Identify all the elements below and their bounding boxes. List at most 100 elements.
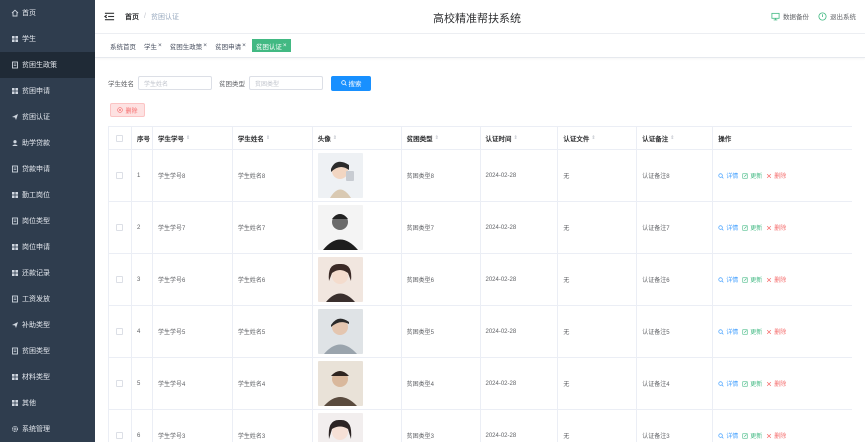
avatar[interactable] bbox=[317, 205, 363, 250]
data-table: 序号 学生学号 ⇕ 学生姓名 ⇕ 头像 ⇕ 贫困类型 ⇕ 认证时间 ⇕ 认证文件 ⇕ 认证备… bbox=[108, 126, 852, 442]
row-checkbox[interactable] bbox=[116, 380, 124, 387]
sidebar-item[interactable]: 材料类型 bbox=[0, 364, 95, 390]
index-cell: 4 bbox=[132, 306, 153, 357]
detail-label: 详情 bbox=[726, 226, 739, 232]
logout-button[interactable]: 退出系统 bbox=[818, 11, 856, 21]
sidebar-item[interactable]: 首页 bbox=[0, 0, 95, 26]
edit-button[interactable]: 更新 bbox=[742, 171, 762, 180]
sidebar-item[interactable]: 还款记录 bbox=[0, 260, 95, 286]
search-icon bbox=[718, 380, 724, 387]
cert-note-cell: 认证备注5 bbox=[637, 306, 714, 357]
batch-delete-button[interactable]: 删除 bbox=[110, 103, 145, 117]
data-backup-button[interactable]: 数据备份 bbox=[771, 11, 809, 21]
search-icon bbox=[718, 276, 724, 283]
tag-item[interactable]: 贫困申请 × bbox=[213, 39, 248, 52]
row-checkbox[interactable] bbox=[116, 432, 124, 439]
cert-time-cell: 2024-02-28 bbox=[481, 358, 559, 409]
close-icon[interactable]: × bbox=[203, 42, 207, 49]
tags-view: 系统首页 学生 × 贫困生政策 × 贫困申请 × 贫困认证 × bbox=[95, 34, 865, 58]
student-id-cell: 学生学号5 bbox=[153, 306, 233, 357]
edit-button[interactable]: 更新 bbox=[742, 275, 762, 284]
tag-item[interactable]: 贫困生政策 × bbox=[168, 39, 209, 52]
sidebar-item[interactable]: 学生 bbox=[0, 26, 95, 52]
edit-icon bbox=[742, 432, 748, 439]
edit-icon bbox=[742, 276, 748, 283]
header-cell[interactable]: 学生姓名 ⇕ bbox=[233, 127, 313, 149]
sidebar-item[interactable]: 勤工岗位 bbox=[0, 182, 95, 208]
student-name-input[interactable]: 学生姓名 bbox=[138, 76, 212, 90]
avatar[interactable] bbox=[317, 309, 363, 354]
sort-icon[interactable]: ⇕ bbox=[333, 135, 337, 141]
sidebar-item[interactable]: 贫困类型 bbox=[0, 338, 95, 364]
header-cell[interactable]: 认证备注 ⇕ bbox=[637, 127, 714, 149]
close-icon[interactable]: × bbox=[158, 42, 162, 49]
row-checkbox[interactable] bbox=[116, 224, 124, 231]
edit-button[interactable]: 更新 bbox=[742, 379, 762, 388]
edit-button[interactable]: 更新 bbox=[742, 327, 762, 336]
detail-button[interactable]: 详情 bbox=[718, 379, 738, 388]
header-cell[interactable]: 认证时间 ⇕ bbox=[481, 127, 559, 149]
index-cell: 5 bbox=[132, 358, 153, 409]
sidebar-item[interactable]: 贫困认证 bbox=[0, 104, 95, 130]
avatar[interactable] bbox=[317, 153, 363, 198]
edit-button[interactable]: 更新 bbox=[742, 431, 762, 440]
sidebar-item[interactable]: 系统管理 bbox=[0, 416, 95, 442]
avatar[interactable] bbox=[317, 413, 363, 442]
detail-button[interactable]: 详情 bbox=[718, 275, 738, 284]
edit-button[interactable]: 更新 bbox=[742, 223, 762, 232]
tag-item[interactable]: 学生 × bbox=[142, 39, 164, 52]
close-icon[interactable]: × bbox=[283, 42, 287, 49]
delete-button[interactable]: 删除 bbox=[766, 171, 786, 180]
avatar[interactable] bbox=[317, 257, 363, 302]
menu-collapse-icon[interactable] bbox=[104, 11, 116, 23]
sidebar-item[interactable]: 岗位申请 bbox=[0, 234, 95, 260]
tag-label: 贫困生政策 bbox=[169, 43, 203, 51]
header-cell[interactable]: 学生学号 ⇕ bbox=[153, 127, 233, 149]
breadcrumb-home[interactable]: 首页 bbox=[125, 12, 139, 22]
sidebar-item[interactable]: 贫困申请 bbox=[0, 78, 95, 104]
sort-icon[interactable]: ⇕ bbox=[266, 135, 270, 141]
tag-item[interactable]: 贫困认证 × bbox=[251, 39, 291, 52]
header-label: 头像 bbox=[317, 136, 331, 143]
header-cell[interactable]: 认证文件 ⇕ bbox=[558, 127, 638, 149]
sort-icon[interactable]: ⇕ bbox=[670, 135, 674, 141]
sidebar-item[interactable]: 助学贷款 bbox=[0, 130, 95, 156]
tag-item[interactable]: 系统首页 bbox=[108, 39, 138, 52]
sidebar-item[interactable]: 工资发放 bbox=[0, 286, 95, 312]
delete-button[interactable]: 删除 bbox=[766, 275, 786, 284]
row-select-cell bbox=[109, 306, 132, 357]
sidebar-item[interactable]: 岗位类型 bbox=[0, 208, 95, 234]
sidebar-item[interactable]: 补助类型 bbox=[0, 312, 95, 338]
header-cell[interactable]: 贫困类型 ⇕ bbox=[402, 127, 481, 149]
close-icon[interactable]: × bbox=[242, 42, 246, 49]
delete-button[interactable]: 删除 bbox=[766, 379, 786, 388]
sidebar-item[interactable]: 贫困生政策 bbox=[0, 52, 95, 78]
grid-icon bbox=[11, 243, 19, 251]
header-cell[interactable]: 头像 ⇕ bbox=[313, 127, 402, 149]
sidebar-item[interactable]: 其他 bbox=[0, 390, 95, 416]
row-checkbox[interactable] bbox=[116, 172, 124, 179]
sort-icon[interactable]: ⇕ bbox=[435, 135, 439, 141]
edit-label: 更新 bbox=[750, 174, 763, 180]
search-button[interactable]: 搜索 bbox=[331, 75, 371, 91]
select-all-checkbox[interactable] bbox=[116, 134, 124, 142]
row-checkbox[interactable] bbox=[116, 328, 124, 335]
delete-button[interactable]: 删除 bbox=[766, 431, 786, 440]
student-id-cell: 学生学号4 bbox=[153, 358, 233, 409]
avatar[interactable] bbox=[317, 361, 363, 406]
delete-label: 删除 bbox=[774, 382, 787, 388]
detail-button[interactable]: 详情 bbox=[718, 171, 738, 180]
sidebar-item[interactable]: 贷款申请 bbox=[0, 156, 95, 182]
detail-button[interactable]: 详情 bbox=[718, 327, 738, 336]
header-label: 操作 bbox=[718, 136, 732, 143]
delete-button[interactable]: 删除 bbox=[766, 223, 786, 232]
delete-button[interactable]: 删除 bbox=[766, 327, 786, 336]
row-checkbox[interactable] bbox=[116, 276, 124, 283]
sort-icon[interactable]: ⇕ bbox=[514, 135, 518, 141]
sort-icon[interactable]: ⇕ bbox=[186, 135, 190, 141]
detail-button[interactable]: 详情 bbox=[718, 431, 738, 440]
detail-button[interactable]: 详情 bbox=[718, 223, 738, 232]
sort-icon[interactable]: ⇕ bbox=[591, 135, 595, 141]
sidebar-item-label: 贷款申请 bbox=[22, 166, 50, 173]
poverty-type-input[interactable]: 贫困类型 bbox=[249, 76, 323, 90]
